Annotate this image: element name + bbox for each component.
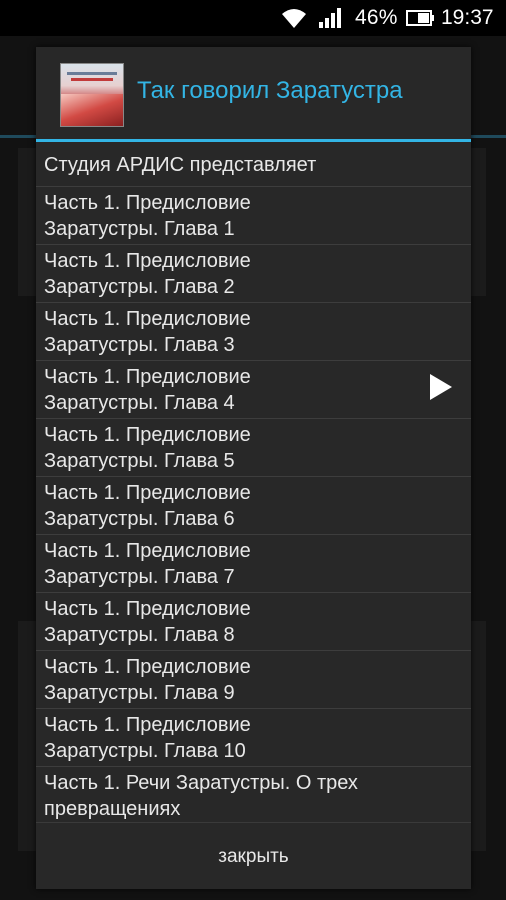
- chapter-item-playing[interactable]: Часть 1. Предисловие Заратустры. Глава 4: [36, 361, 471, 419]
- play-icon[interactable]: [428, 373, 454, 401]
- dialog-title: Так говорил Заратустра: [137, 77, 403, 104]
- status-bar: 46% 19:37: [0, 0, 506, 36]
- chapter-item[interactable]: Студия АРДИС представляет: [36, 142, 471, 187]
- signal-icon: [319, 8, 341, 28]
- chapter-label: Часть 1. Предисловие Заратустры. Глава 6: [44, 482, 251, 530]
- chapter-dialog: Так говорил Заратустра Студия АРДИС пред…: [36, 47, 471, 889]
- chapter-item[interactable]: Часть 1. Предисловие Заратустры. Глава 5: [36, 419, 471, 477]
- chapter-label: Часть 1. Предисловие Заратустры. Глава 1: [44, 192, 251, 240]
- chapter-label: Часть 1. Предисловие Заратустры. Глава 8: [44, 598, 251, 646]
- chapter-label: Часть 1. Речи Заратустры. О трех превращ…: [44, 772, 358, 820]
- chapter-item[interactable]: Часть 1. Предисловие Заратустры. Глава 7: [36, 535, 471, 593]
- chapter-item[interactable]: Часть 1. Речи Заратустры. О трех превращ…: [36, 767, 471, 822]
- dialog-header: Так говорил Заратустра: [36, 47, 471, 139]
- chapter-item[interactable]: Часть 1. Предисловие Заратустры. Глава 3: [36, 303, 471, 361]
- chapter-label: Часть 1. Предисловие Заратустры. Глава 9: [44, 656, 251, 704]
- battery-percent: 46%: [355, 6, 398, 29]
- dialog-button-bar: закрыть: [36, 822, 471, 890]
- chapter-item[interactable]: Часть 1. Предисловие Заратустры. Глава 1…: [36, 709, 471, 767]
- chapter-label: Часть 1. Предисловие Заратустры. Глава 7: [44, 540, 251, 588]
- chapter-label: Часть 1. Предисловие Заратустры. Глава 1…: [44, 714, 251, 762]
- chapter-item[interactable]: Часть 1. Предисловие Заратустры. Глава 8: [36, 593, 471, 651]
- chapter-item[interactable]: Часть 1. Предисловие Заратустры. Глава 9: [36, 651, 471, 709]
- chapter-item[interactable]: Часть 1. Предисловие Заратустры. Глава 2: [36, 245, 471, 303]
- clock: 19:37: [441, 6, 494, 29]
- battery-icon: [406, 10, 434, 26]
- chapter-label: Студия АРДИС представляет: [44, 154, 317, 176]
- close-button[interactable]: закрыть: [36, 823, 471, 890]
- chapter-item[interactable]: Часть 1. Предисловие Заратустры. Глава 1: [36, 187, 471, 245]
- chapter-label: Часть 1. Предисловие Заратустры. Глава 4: [44, 366, 251, 414]
- chapter-list[interactable]: Студия АРДИС представляет Часть 1. Преди…: [36, 142, 471, 822]
- chapter-label: Часть 1. Предисловие Заратустры. Глава 2: [44, 250, 251, 298]
- chapter-item[interactable]: Часть 1. Предисловие Заратустры. Глава 6: [36, 477, 471, 535]
- chapter-label: Часть 1. Предисловие Заратустры. Глава 3: [44, 308, 251, 356]
- wifi-icon: [282, 9, 306, 28]
- chapter-label: Часть 1. Предисловие Заратустры. Глава 5: [44, 424, 251, 472]
- book-cover-image: [60, 63, 124, 127]
